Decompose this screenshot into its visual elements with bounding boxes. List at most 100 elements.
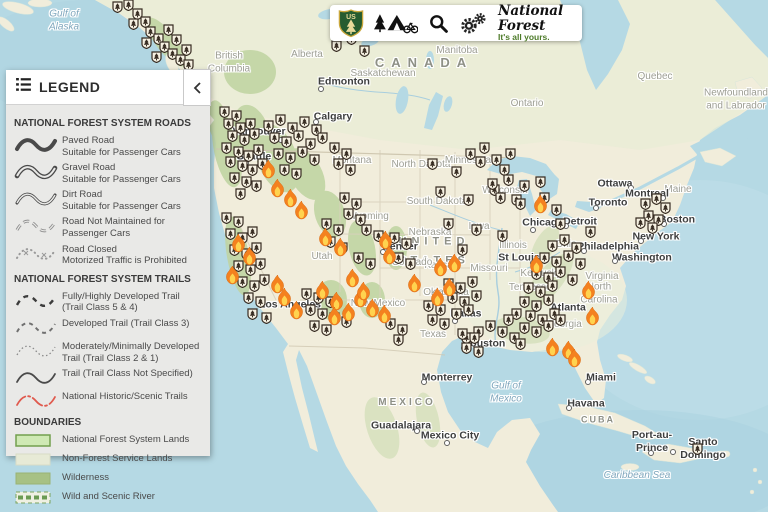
forest-shield-marker-icon[interactable] (261, 311, 272, 329)
forest-shield-marker-icon[interactable] (333, 157, 344, 175)
forest-shield-marker-icon[interactable] (471, 223, 482, 241)
forest-shield-marker-icon[interactable] (505, 147, 516, 165)
forest-shield-marker-icon[interactable] (519, 179, 530, 197)
forest-shield-marker-icon[interactable] (128, 17, 139, 35)
forest-shield-marker-icon[interactable] (497, 229, 508, 247)
forest-shield-marker-icon[interactable] (491, 153, 502, 171)
forest-shield-marker-icon[interactable] (555, 313, 566, 331)
forest-shield-marker-icon[interactable] (435, 185, 446, 203)
forest-shield-marker-icon[interactable] (443, 217, 454, 235)
forest-shield-marker-icon[interactable] (112, 0, 123, 18)
fire-marker-icon[interactable] (326, 306, 343, 331)
forest-shield-marker-icon[interactable] (309, 153, 320, 171)
forest-shield-marker-icon[interactable] (479, 141, 490, 159)
settings-gears-icon[interactable] (459, 12, 486, 35)
legend-section-title-roads: NATIONAL FOREST SYSTEM ROADS (14, 118, 191, 129)
fire-marker-icon[interactable] (293, 200, 310, 225)
legend-item-trail54: Fully/Highly Developed Trail (Trail Clas… (14, 290, 202, 314)
forest-shield-marker-icon[interactable] (365, 257, 376, 275)
legend-item-label: Gravel Road Suitable for Passenger Cars (62, 162, 181, 185)
fire-marker-icon[interactable] (381, 245, 398, 270)
forest-shield-marker-icon[interactable] (503, 173, 514, 191)
forest-shield-marker-icon[interactable] (692, 442, 703, 460)
forest-shield-marker-icon[interactable] (585, 225, 596, 243)
forest-shield-marker-icon[interactable] (393, 333, 404, 351)
forest-shield-marker-icon[interactable] (439, 317, 450, 335)
fire-marker-icon[interactable] (288, 300, 305, 325)
recreation-activities-icon[interactable] (374, 12, 418, 35)
forest-shield-marker-icon[interactable] (405, 257, 416, 275)
usfs-shield-logo[interactable]: US (338, 8, 364, 38)
fire-marker-icon[interactable] (376, 304, 393, 329)
forest-shield-marker-icon[interactable] (343, 207, 354, 225)
fire-marker-icon[interactable] (355, 281, 372, 306)
fire-marker-icon[interactable] (584, 306, 601, 331)
forest-shield-marker-icon[interactable] (317, 131, 328, 149)
nonfs-swatch-icon (14, 452, 62, 468)
fire-marker-icon[interactable] (446, 253, 463, 278)
forest-shield-marker-icon[interactable] (345, 163, 356, 181)
forest-shield-marker-icon[interactable] (463, 303, 474, 321)
forest-shield-marker-icon[interactable] (635, 216, 646, 234)
gravel-swatch-icon (14, 161, 62, 181)
forest-shield-marker-icon[interactable] (503, 313, 514, 331)
forest-shield-marker-icon[interactable] (515, 197, 526, 215)
fire-marker-icon[interactable] (580, 280, 597, 305)
forest-shield-marker-icon[interactable] (151, 50, 162, 68)
forest-shield-marker-icon[interactable] (181, 43, 192, 61)
legend-item-label: National Historic/Scenic Trails (62, 391, 188, 403)
trail21-swatch-icon (14, 340, 62, 360)
forest-shield-marker-icon[interactable] (353, 251, 364, 269)
legend-body: NATIONAL FOREST SYSTEM ROADS Paved Road S… (6, 105, 210, 512)
historic-swatch-icon (14, 390, 62, 410)
legend-item-label: Paved Road Suitable for Passenger Cars (62, 135, 181, 158)
brand-block: National Forest It's all yours. (498, 4, 574, 41)
fire-marker-icon[interactable] (224, 265, 241, 290)
forest-shield-marker-icon[interactable] (495, 191, 506, 209)
fire-marker-icon[interactable] (566, 348, 583, 373)
top-toolbar: US National Forest It's all yours. (330, 4, 582, 41)
fire-marker-icon[interactable] (528, 254, 545, 279)
forest-shield-marker-icon[interactable] (291, 167, 302, 185)
forest-shield-marker-icon[interactable] (297, 145, 308, 163)
forest-shield-marker-icon[interactable] (567, 273, 578, 291)
forest-shield-marker-icon[interactable] (531, 325, 542, 343)
legend-item-unmaintained: Road Not Maintained for Passenger Cars (14, 215, 202, 239)
fire-marker-icon[interactable] (332, 237, 349, 262)
forest-shield-marker-icon[interactable] (361, 223, 372, 241)
forest-shield-marker-icon[interactable] (515, 337, 526, 355)
forest-shield-marker-icon[interactable] (463, 193, 474, 211)
legend-item-nfs: National Forest System Lands (14, 433, 202, 449)
forest-shield-marker-icon[interactable] (235, 187, 246, 205)
forest-shield-marker-icon[interactable] (427, 313, 438, 331)
trail54-swatch-icon (14, 290, 62, 310)
forest-shield-marker-icon[interactable] (427, 157, 438, 175)
fire-marker-icon[interactable] (241, 246, 258, 271)
legend-item-historic: National Historic/Scenic Trails (14, 390, 202, 410)
forest-shield-marker-icon[interactable] (451, 165, 462, 183)
forest-shield-marker-icon[interactable] (473, 345, 484, 363)
forest-shield-marker-icon[interactable] (247, 307, 258, 325)
fire-marker-icon[interactable] (406, 273, 423, 298)
fire-marker-icon[interactable] (532, 194, 549, 219)
legend-item-gravel: Gravel Road Suitable for Passenger Cars (14, 161, 202, 185)
legend-title: LEGEND (39, 79, 101, 95)
forest-shield-marker-icon[interactable] (331, 39, 342, 57)
legend-header: LEGEND (6, 69, 211, 106)
legend-item-label: Road Closed Motorized Traffic is Prohibi… (62, 243, 187, 267)
fire-marker-icon[interactable] (544, 337, 561, 362)
forest-shield-marker-icon[interactable] (309, 319, 320, 337)
legend-panel: LEGEND NATIONAL FOREST SYSTEM ROADS Paved… (6, 69, 211, 504)
forest-shield-marker-icon[interactable] (451, 307, 462, 325)
forest-shield-marker-icon[interactable] (465, 147, 476, 165)
forest-shield-marker-icon[interactable] (359, 44, 370, 62)
forest-shield-marker-icon[interactable] (647, 221, 658, 239)
legend-item-label: Developed Trail (Trail Class 3) (62, 317, 190, 329)
forest-shield-marker-icon[interactable] (485, 319, 496, 337)
search-icon[interactable] (428, 13, 449, 34)
forest-shield-marker-icon[interactable] (275, 113, 286, 131)
forest-shield-marker-icon[interactable] (461, 341, 472, 359)
forest-shield-marker-icon[interactable] (543, 319, 554, 337)
legend-item-trail3: Developed Trail (Trail Class 3) (14, 317, 202, 337)
legend-collapse-button[interactable] (183, 69, 211, 106)
